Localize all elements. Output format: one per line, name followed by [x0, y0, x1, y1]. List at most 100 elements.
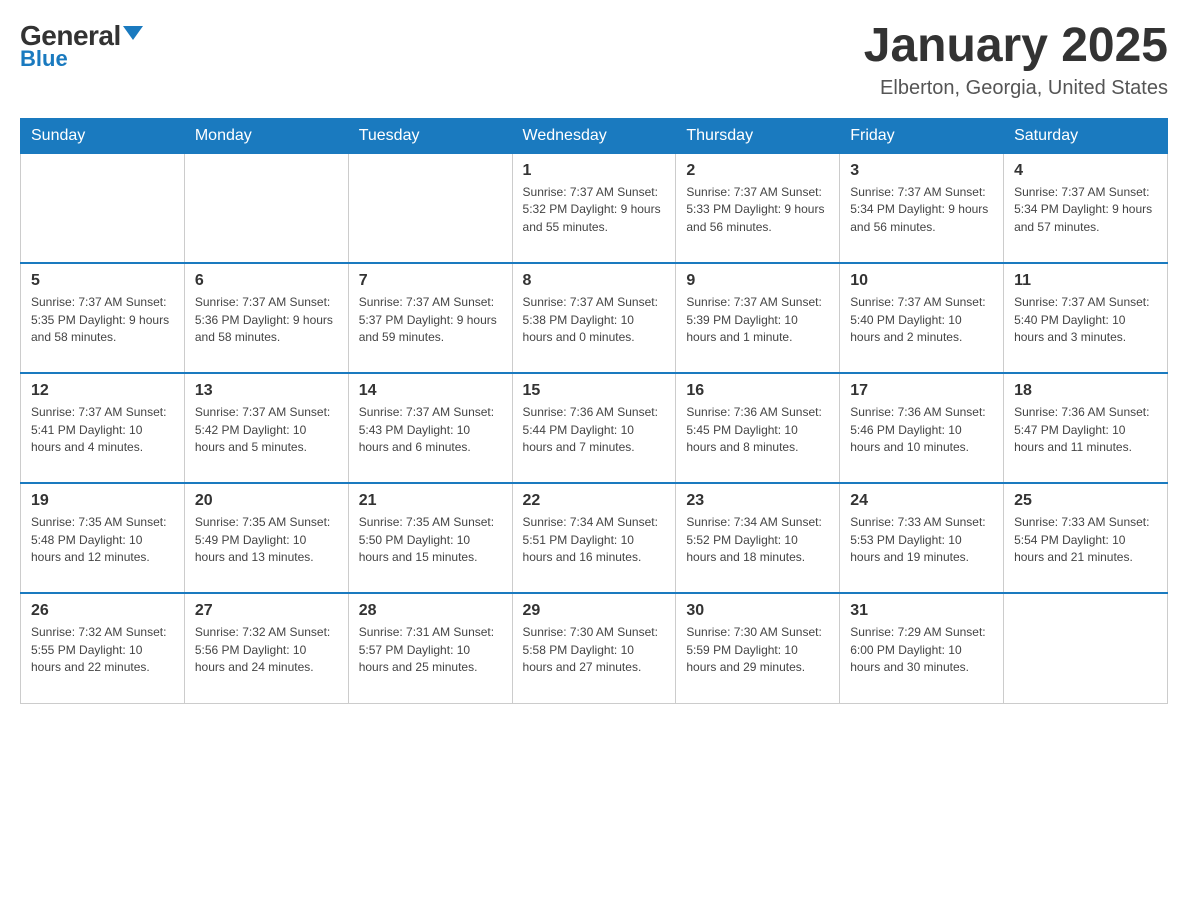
day-number: 19: [31, 492, 174, 510]
day-info: Sunrise: 7:36 AM Sunset: 5:46 PM Dayligh…: [850, 404, 993, 456]
week-row-2: 5Sunrise: 7:37 AM Sunset: 5:35 PM Daylig…: [21, 263, 1168, 373]
logo-triangle-icon: [123, 26, 143, 40]
header-thursday: Thursday: [676, 118, 840, 153]
day-number: 30: [686, 602, 829, 620]
day-info: Sunrise: 7:35 AM Sunset: 5:50 PM Dayligh…: [359, 514, 502, 566]
day-cell: 9 Sunrise: 7:37 AM Sunset: 5:39 PM Daylig…: [676, 263, 840, 373]
day-info: Sunrise: 7:35 AM Sunset: 5:48 PM Dayligh…: [31, 514, 174, 566]
day-cell: 24Sunrise: 7:33 AM Sunset: 5:53 PM Dayli…: [840, 483, 1004, 593]
day-number: 18: [1014, 382, 1157, 400]
day-cell: 22 Sunrise: 7:34 AM Sunset: 5:51 PM Dayli…: [512, 483, 676, 593]
main-title: January 2025: [864, 20, 1168, 73]
day-number: 8: [523, 272, 666, 290]
day-number: 27: [195, 602, 338, 620]
calendar-header-row: SundayMondayTuesdayWednesdayThursdayFrid…: [21, 118, 1168, 153]
day-info: Sunrise: 7:37 AM Sunset: 5:34 PM Dayligh…: [850, 184, 993, 236]
day-cell: 25 Sunrise: 7:33 AM Sunset: 5:54 PM Dayli…: [1004, 483, 1168, 593]
day-number: 22: [523, 492, 666, 510]
day-cell: [1004, 593, 1168, 703]
day-number: 2: [686, 162, 829, 180]
day-cell: 7 Sunrise: 7:37 AM Sunset: 5:37 PM Daylig…: [348, 263, 512, 373]
day-cell: 10Sunrise: 7:37 AM Sunset: 5:40 PM Dayli…: [840, 263, 1004, 373]
day-cell: 14 Sunrise: 7:37 AM Sunset: 5:43 PM Dayli…: [348, 373, 512, 483]
day-info: Sunrise: 7:35 AM Sunset: 5:49 PM Dayligh…: [195, 514, 338, 566]
day-info: Sunrise: 7:37 AM Sunset: 5:37 PM Dayligh…: [359, 294, 502, 346]
day-cell: [21, 153, 185, 263]
subtitle: Elberton, Georgia, United States: [864, 77, 1168, 100]
day-number: 3: [850, 162, 993, 180]
day-info: Sunrise: 7:37 AM Sunset: 5:40 PM Dayligh…: [1014, 294, 1157, 346]
day-number: 23: [686, 492, 829, 510]
day-cell: 13 Sunrise: 7:37 AM Sunset: 5:42 PM Dayli…: [184, 373, 348, 483]
day-cell: 23Sunrise: 7:34 AM Sunset: 5:52 PM Dayli…: [676, 483, 840, 593]
day-info: Sunrise: 7:37 AM Sunset: 5:39 PM Dayligh…: [686, 294, 829, 346]
header-tuesday: Tuesday: [348, 118, 512, 153]
day-cell: 1 Sunrise: 7:37 AM Sunset: 5:32 PM Daylig…: [512, 153, 676, 263]
day-cell: [184, 153, 348, 263]
day-info: Sunrise: 7:29 AM Sunset: 6:00 PM Dayligh…: [850, 624, 993, 676]
day-info: Sunrise: 7:36 AM Sunset: 5:44 PM Dayligh…: [523, 404, 666, 456]
day-info: Sunrise: 7:37 AM Sunset: 5:43 PM Dayligh…: [359, 404, 502, 456]
week-row-1: 1 Sunrise: 7:37 AM Sunset: 5:32 PM Daylig…: [21, 153, 1168, 263]
logo-blue-text: Blue: [20, 46, 68, 72]
day-cell: 8 Sunrise: 7:37 AM Sunset: 5:38 PM Daylig…: [512, 263, 676, 373]
day-cell: [348, 153, 512, 263]
day-cell: 16 Sunrise: 7:36 AM Sunset: 5:45 PM Dayli…: [676, 373, 840, 483]
day-info: Sunrise: 7:31 AM Sunset: 5:57 PM Dayligh…: [359, 624, 502, 676]
day-number: 24: [850, 492, 993, 510]
day-info: Sunrise: 7:37 AM Sunset: 5:32 PM Dayligh…: [523, 184, 666, 236]
day-number: 13: [195, 382, 338, 400]
header-wednesday: Wednesday: [512, 118, 676, 153]
page-header: General Blue January 2025 Elberton, Geor…: [20, 20, 1168, 100]
day-cell: 2 Sunrise: 7:37 AM Sunset: 5:33 PM Daylig…: [676, 153, 840, 263]
logo: General Blue: [20, 20, 143, 72]
day-cell: 27Sunrise: 7:32 AM Sunset: 5:56 PM Dayli…: [184, 593, 348, 703]
day-cell: 4 Sunrise: 7:37 AM Sunset: 5:34 PM Daylig…: [1004, 153, 1168, 263]
day-info: Sunrise: 7:30 AM Sunset: 5:59 PM Dayligh…: [686, 624, 829, 676]
day-info: Sunrise: 7:37 AM Sunset: 5:38 PM Dayligh…: [523, 294, 666, 346]
day-cell: 30 Sunrise: 7:30 AM Sunset: 5:59 PM Dayli…: [676, 593, 840, 703]
day-info: Sunrise: 7:37 AM Sunset: 5:34 PM Dayligh…: [1014, 184, 1157, 236]
week-row-4: 19 Sunrise: 7:35 AM Sunset: 5:48 PM Dayli…: [21, 483, 1168, 593]
day-cell: 20 Sunrise: 7:35 AM Sunset: 5:49 PM Dayli…: [184, 483, 348, 593]
day-cell: 26Sunrise: 7:32 AM Sunset: 5:55 PM Dayli…: [21, 593, 185, 703]
day-number: 4: [1014, 162, 1157, 180]
day-number: 31: [850, 602, 993, 620]
day-info: Sunrise: 7:37 AM Sunset: 5:42 PM Dayligh…: [195, 404, 338, 456]
day-cell: 3 Sunrise: 7:37 AM Sunset: 5:34 PM Daylig…: [840, 153, 1004, 263]
day-cell: 29 Sunrise: 7:30 AM Sunset: 5:58 PM Dayli…: [512, 593, 676, 703]
day-info: Sunrise: 7:34 AM Sunset: 5:51 PM Dayligh…: [523, 514, 666, 566]
day-info: Sunrise: 7:36 AM Sunset: 5:47 PM Dayligh…: [1014, 404, 1157, 456]
day-cell: 21Sunrise: 7:35 AM Sunset: 5:50 PM Dayli…: [348, 483, 512, 593]
week-row-5: 26Sunrise: 7:32 AM Sunset: 5:55 PM Dayli…: [21, 593, 1168, 703]
day-number: 20: [195, 492, 338, 510]
day-number: 11: [1014, 272, 1157, 290]
day-cell: 6Sunrise: 7:37 AM Sunset: 5:36 PM Daylig…: [184, 263, 348, 373]
title-section: January 2025 Elberton, Georgia, United S…: [864, 20, 1168, 100]
day-number: 1: [523, 162, 666, 180]
day-cell: 15Sunrise: 7:36 AM Sunset: 5:44 PM Dayli…: [512, 373, 676, 483]
header-sunday: Sunday: [21, 118, 185, 153]
day-number: 9: [686, 272, 829, 290]
day-number: 14: [359, 382, 502, 400]
day-info: Sunrise: 7:36 AM Sunset: 5:45 PM Dayligh…: [686, 404, 829, 456]
day-number: 25: [1014, 492, 1157, 510]
day-number: 16: [686, 382, 829, 400]
day-info: Sunrise: 7:32 AM Sunset: 5:55 PM Dayligh…: [31, 624, 174, 676]
day-number: 5: [31, 272, 174, 290]
day-number: 29: [523, 602, 666, 620]
day-number: 7: [359, 272, 502, 290]
header-friday: Friday: [840, 118, 1004, 153]
header-monday: Monday: [184, 118, 348, 153]
day-info: Sunrise: 7:37 AM Sunset: 5:33 PM Dayligh…: [686, 184, 829, 236]
day-info: Sunrise: 7:33 AM Sunset: 5:54 PM Dayligh…: [1014, 514, 1157, 566]
week-row-3: 12Sunrise: 7:37 AM Sunset: 5:41 PM Dayli…: [21, 373, 1168, 483]
day-cell: 5Sunrise: 7:37 AM Sunset: 5:35 PM Daylig…: [21, 263, 185, 373]
day-info: Sunrise: 7:30 AM Sunset: 5:58 PM Dayligh…: [523, 624, 666, 676]
day-cell: 17Sunrise: 7:36 AM Sunset: 5:46 PM Dayli…: [840, 373, 1004, 483]
header-saturday: Saturday: [1004, 118, 1168, 153]
day-number: 10: [850, 272, 993, 290]
day-cell: 18 Sunrise: 7:36 AM Sunset: 5:47 PM Dayli…: [1004, 373, 1168, 483]
calendar-table: SundayMondayTuesdayWednesdayThursdayFrid…: [20, 118, 1168, 704]
day-info: Sunrise: 7:37 AM Sunset: 5:36 PM Dayligh…: [195, 294, 338, 346]
